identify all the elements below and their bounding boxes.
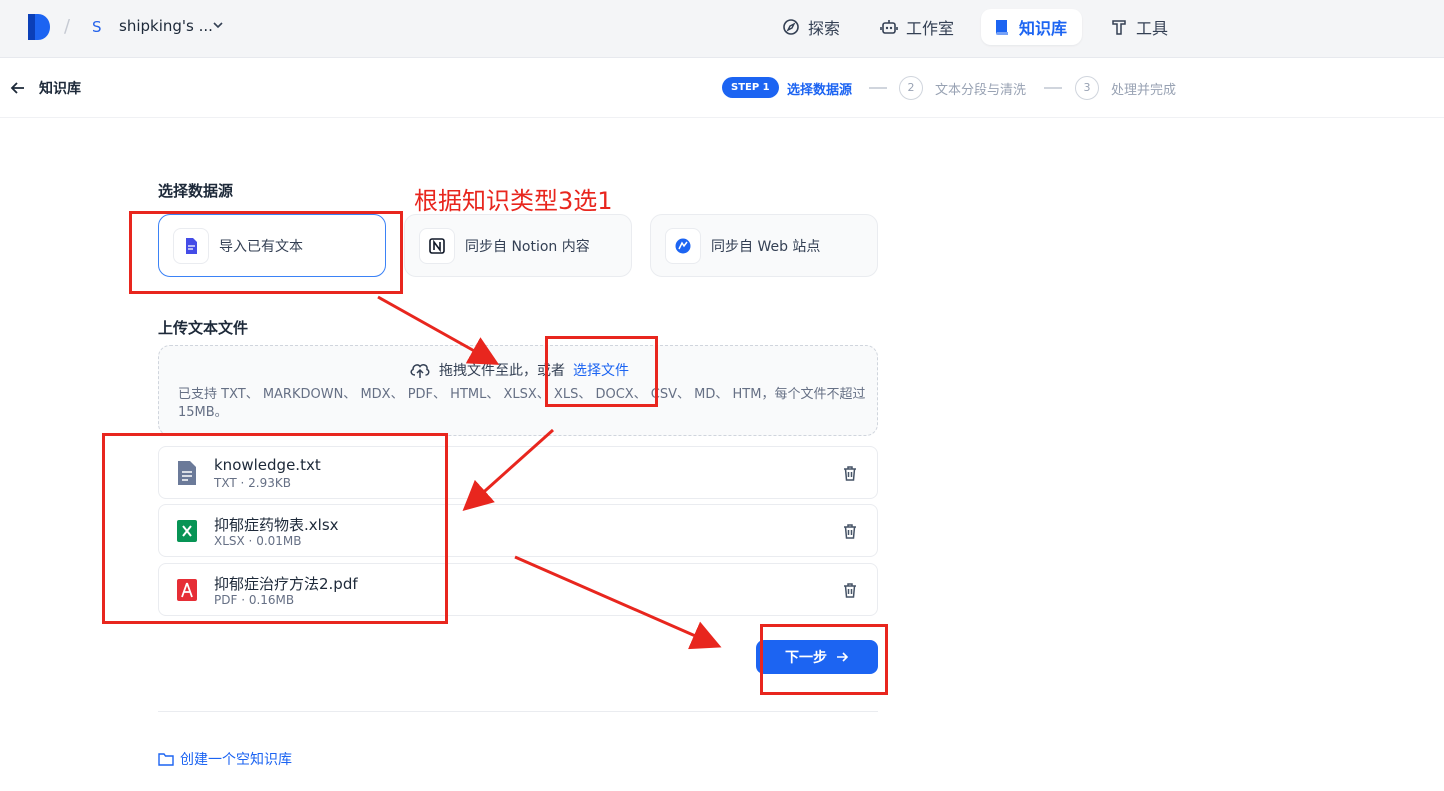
back-arrow-icon[interactable] xyxy=(10,80,26,96)
trash-icon[interactable] xyxy=(841,581,859,599)
page-header: 知识库 STEP 1 选择数据源 2 文本分段与清洗 3 处理并完成 xyxy=(0,58,1444,118)
annotation-box-datasource xyxy=(129,211,403,294)
nav-knowledge-label: 知识库 xyxy=(1019,19,1068,38)
book-icon xyxy=(996,20,1008,35)
step-2-label: 文本分段与清洗 xyxy=(935,83,1027,98)
robot-icon xyxy=(880,20,898,34)
nav-tools[interactable]: 工具 xyxy=(1098,9,1180,45)
compass-icon xyxy=(783,19,799,35)
nav-knowledge[interactable]: 知识库 xyxy=(981,9,1082,45)
trash-icon[interactable] xyxy=(841,522,859,540)
datasource-title: 选择数据源 xyxy=(158,182,234,200)
step-connector xyxy=(869,87,887,89)
annotation-note: 根据知识类型3选1 xyxy=(414,187,613,215)
supported-formats-hint: 已支持 TXT、 MARKDOWN、 MDX、 PDF、 HTML、 XLSX、… xyxy=(178,387,866,420)
nav-explore-label: 探索 xyxy=(808,19,841,38)
nav-explore[interactable]: 探索 xyxy=(770,9,852,45)
src-icon-box xyxy=(665,227,701,264)
datasource-notion[interactable]: 同步自 Notion 内容 xyxy=(404,214,632,277)
annotation-box-file-list xyxy=(102,433,448,624)
datasource-web-label: 同步自 Web 站点 xyxy=(711,238,821,255)
annotation-box-next-button xyxy=(760,624,888,695)
step-1-label: 选择数据源 xyxy=(787,83,853,98)
datasource-notion-label: 同步自 Notion 内容 xyxy=(465,238,590,255)
datasource-web[interactable]: 同步自 Web 站点 xyxy=(650,214,878,277)
workspace-initial[interactable]: S xyxy=(92,18,102,36)
dropzone-instruction: 拖拽文件至此，或者 选择文件 xyxy=(159,360,879,380)
top-navigation-bar: / S shipking's ... 探索 工作室 知识库 工具 xyxy=(0,0,1444,58)
nav-studio-label: 工作室 xyxy=(906,19,955,38)
create-empty-knowledge-link[interactable]: 创建一个空知识库 xyxy=(158,749,292,769)
folder-icon xyxy=(158,753,174,766)
breadcrumb-separator: / xyxy=(64,16,71,37)
section-divider xyxy=(158,711,878,712)
step-2-number: 2 xyxy=(899,76,923,100)
page-title: 知识库 xyxy=(39,81,81,97)
hammer-icon xyxy=(1112,20,1126,35)
create-empty-knowledge-label: 创建一个空知识库 xyxy=(180,752,292,768)
nav-tools-label: 工具 xyxy=(1136,19,1169,38)
src-icon-box xyxy=(419,227,455,264)
file-dropzone[interactable]: 拖拽文件至此，或者 选择文件 已支持 TXT、 MARKDOWN、 MDX、 P… xyxy=(158,345,878,436)
upload-cloud-icon xyxy=(410,364,430,378)
step-connector xyxy=(1044,87,1062,89)
step-3-number: 3 xyxy=(1075,76,1099,100)
web-icon xyxy=(675,238,691,253)
workspace-name[interactable]: shipking's ... xyxy=(119,17,213,35)
annotation-box-select-file xyxy=(545,336,658,407)
notion-icon xyxy=(429,237,445,254)
chevron-down-icon[interactable] xyxy=(212,19,224,31)
app-logo-icon[interactable] xyxy=(28,14,50,40)
step-1-badge: STEP 1 xyxy=(722,77,779,98)
upload-title: 上传文本文件 xyxy=(158,319,249,337)
step-3-label: 处理并完成 xyxy=(1111,83,1177,98)
trash-icon[interactable] xyxy=(841,464,859,482)
nav-studio[interactable]: 工作室 xyxy=(868,9,966,45)
